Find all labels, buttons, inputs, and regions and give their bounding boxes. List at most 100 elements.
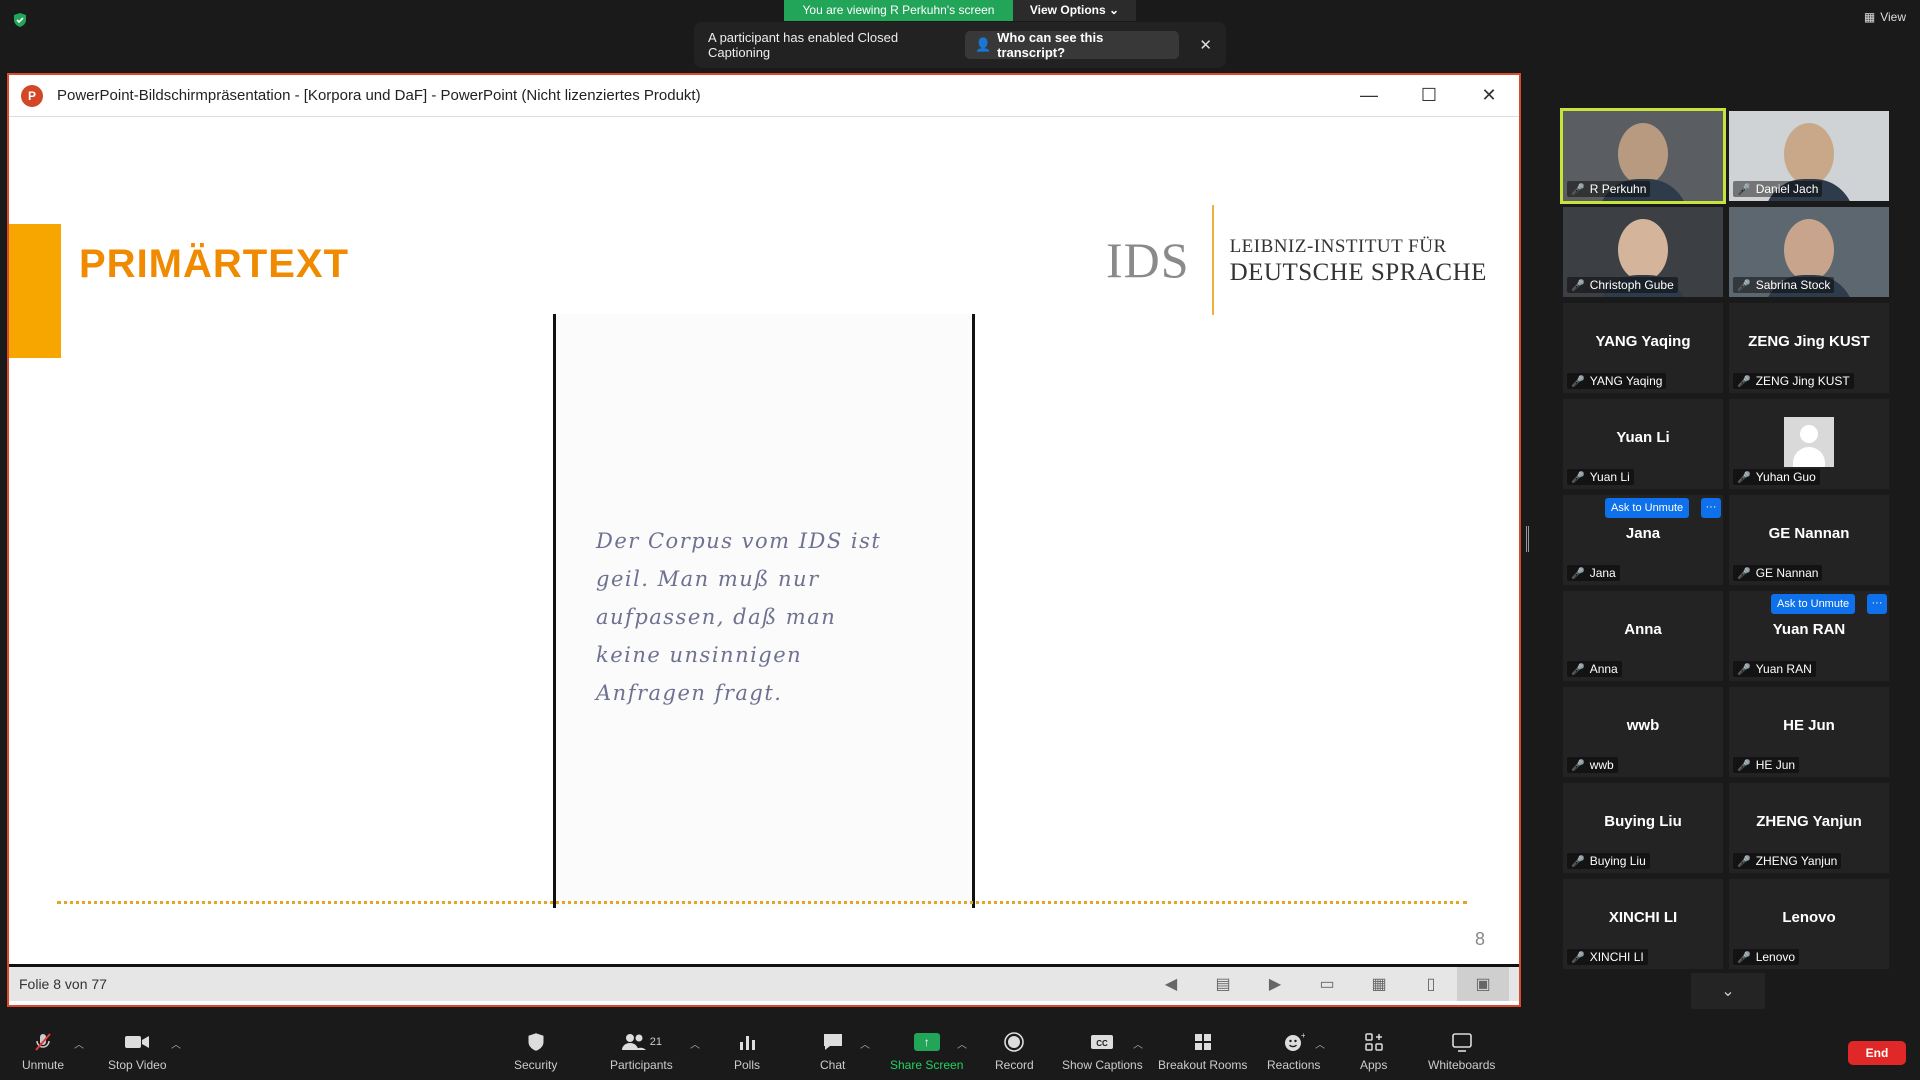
participant-display-name: Yuan RAN [1772,621,1846,638]
participants-caret-icon[interactable]: ︿ [690,1036,700,1051]
participant-video-feed [1784,123,1834,185]
who-can-see-transcript-button[interactable]: 👤 Who can see this transcript? [964,30,1180,60]
participant-tile[interactable]: Lenovo 🎤 Lenovo [1729,879,1889,969]
participant-tile[interactable]: HE Jun 🎤 HE Jun [1729,687,1889,777]
chevron-down-icon[interactable]: ⌄ [1691,973,1765,1009]
breakout-rooms-button[interactable]: Breakout Rooms [1158,1030,1247,1072]
person-lock-icon: 👤 [974,37,992,52]
stop-video-button[interactable]: Stop Video [108,1030,167,1072]
participant-display-name: GE Nannan [1768,525,1850,542]
slide-sorter-icon[interactable]: ▦ [1353,967,1405,1001]
apps-button[interactable]: Apps [1360,1030,1387,1072]
close-icon[interactable]: ✕ [1199,36,1212,54]
unmute-button[interactable]: Unmute [22,1030,64,1072]
chat-caret-icon[interactable]: ︿ [860,1036,870,1051]
next-slide-icon[interactable]: ▶ [1249,967,1301,1001]
polls-button[interactable]: Polls [734,1030,760,1072]
whiteboards-button[interactable]: Whiteboards [1428,1030,1495,1072]
captions-caret-icon[interactable]: ︿ [1133,1036,1143,1051]
participant-tile[interactable]: 🎤 Sabrina Stock [1729,207,1889,297]
participants-label: Participants [610,1058,673,1072]
participant-name-label: 🎤 Sabrina Stock [1733,277,1835,293]
breakout-rooms-icon [1193,1030,1213,1054]
ids-logo-abbrev: IDS [1106,232,1190,288]
microphone-muted-icon: 🎤 [1737,759,1751,772]
ids-logo-line2: DEUTSCHE SPRACHE [1229,259,1487,286]
audio-options-caret-icon[interactable]: ︿ [74,1036,84,1051]
microphone-muted-icon: 🎤 [1737,183,1751,196]
participant-name: GE Nannan [1755,566,1819,580]
window-title: PowerPoint-Bildschirmpräsentation - [Kor… [57,87,701,104]
normal-view-icon[interactable]: ▭ [1301,967,1353,1001]
view-options-button[interactable]: View Options ⌄ [1013,0,1136,21]
participant-tile[interactable]: Anna 🎤 Anna [1563,591,1723,681]
record-button[interactable]: Record [995,1030,1034,1072]
microphone-muted-icon: 🎤 [1571,567,1585,580]
microphone-muted-icon: 🎤 [1737,375,1751,388]
participant-tile[interactable]: GE Nannan 🎤 GE Nannan [1729,495,1889,585]
participant-video-feed [1618,219,1668,281]
more-options-icon[interactable]: ··· [1701,498,1721,518]
menu-icon[interactable]: ▤ [1197,967,1249,1001]
apps-label: Apps [1360,1058,1388,1072]
maximize-button[interactable]: ☐ [1399,76,1459,116]
participant-tile[interactable]: 🎤 R Perkuhn [1560,108,1726,204]
participants-count: 21 [649,1036,662,1048]
participant-tile[interactable]: 🎤 Daniel Jach [1729,111,1889,201]
closed-captions-icon: CC [1090,1030,1114,1054]
chat-label: Chat [820,1058,846,1072]
participant-name: Jana [1589,566,1616,580]
participant-tile[interactable]: wwb 🎤 wwb [1563,687,1723,777]
panel-resize-handle[interactable] [1526,526,1529,552]
participant-tile[interactable]: 🎤 Christoph Gube [1563,207,1723,297]
participant-tile[interactable]: YANG Yaqing 🎤 YANG Yaqing [1563,303,1723,393]
dotted-divider [57,901,1467,904]
view-options-label: View Options [1029,3,1106,17]
cc-button-label: Who can see this transcript? [997,30,1104,60]
show-captions-label: Show Captions [1062,1058,1143,1072]
participant-display-name: YANG Yaqing [1595,333,1691,350]
reactions-button[interactable]: + Reactions [1267,1030,1320,1072]
participant-name: Buying Liu [1589,854,1646,868]
reactions-caret-icon[interactable]: ︿ [1315,1036,1325,1051]
slide-title: PRIMÄRTEXT [79,242,349,286]
participant-name: wwb [1589,758,1614,772]
apps-icon [1364,1030,1384,1054]
previous-slide-icon[interactable]: ◀ [1145,967,1197,1001]
participant-tile[interactable]: ZHENG Yanjun 🎤 ZHENG Yanjun [1729,783,1889,873]
share-screen-button[interactable]: ↑ Share Screen [890,1030,963,1072]
microphone-muted-icon: 🎤 [1571,279,1585,292]
microphone-muted-icon: 🎤 [1571,951,1585,964]
powerpoint-window: P PowerPoint-Bildschirmpräsentation - [K… [7,73,1521,1007]
end-meeting-button[interactable]: End [1848,1041,1906,1065]
more-options-icon[interactable]: ··· [1867,594,1887,614]
participant-tile[interactable]: XINCHI LI 🎤 XINCHI LI [1563,879,1723,969]
share-caret-icon[interactable]: ︿ [957,1036,967,1051]
reading-view-icon[interactable]: ▯ [1405,967,1457,1001]
participants-button[interactable]: 21 Participants [610,1030,673,1072]
ask-to-unmute-button[interactable]: Ask to Unmute [1605,498,1690,518]
svg-text:CC: CC [1097,1039,1109,1048]
participant-name-label: 🎤 HE Jun [1733,757,1800,773]
participant-tile[interactable]: Yuan Li 🎤 Yuan Li [1563,399,1723,489]
participant-tile[interactable]: Buying Liu 🎤 Buying Liu [1563,783,1723,873]
video-options-caret-icon[interactable]: ︿ [171,1036,181,1051]
minimize-button[interactable]: — [1339,76,1399,116]
whiteboard-icon [1451,1030,1473,1054]
participant-tile[interactable]: ZENG Jing KUST 🎤 ZENG Jing KUST [1729,303,1889,393]
participant-name-label: 🎤 Christoph Gube [1567,277,1678,293]
security-button[interactable]: Security [514,1030,557,1072]
ask-to-unmute-button[interactable]: Ask to Unmute [1771,594,1856,614]
chat-button[interactable]: Chat [820,1030,845,1072]
reactions-label: Reactions [1267,1058,1321,1072]
slideshow-icon[interactable]: ▣ [1457,967,1509,1001]
powerpoint-logo-icon: P [21,84,43,107]
security-shield-icon[interactable] [12,12,28,28]
microphone-muted-icon: 🎤 [1737,855,1751,868]
view-button[interactable]: ▦ View [1864,10,1906,24]
participant-tile[interactable]: 🎤 Yuhan Guo [1729,399,1889,489]
closed-captioning-banner: A participant has enabled Closed Caption… [694,22,1226,68]
close-window-button[interactable]: ✕ [1459,76,1519,116]
show-captions-button[interactable]: CC Show Captions [1062,1030,1143,1072]
record-label: Record [995,1058,1034,1072]
